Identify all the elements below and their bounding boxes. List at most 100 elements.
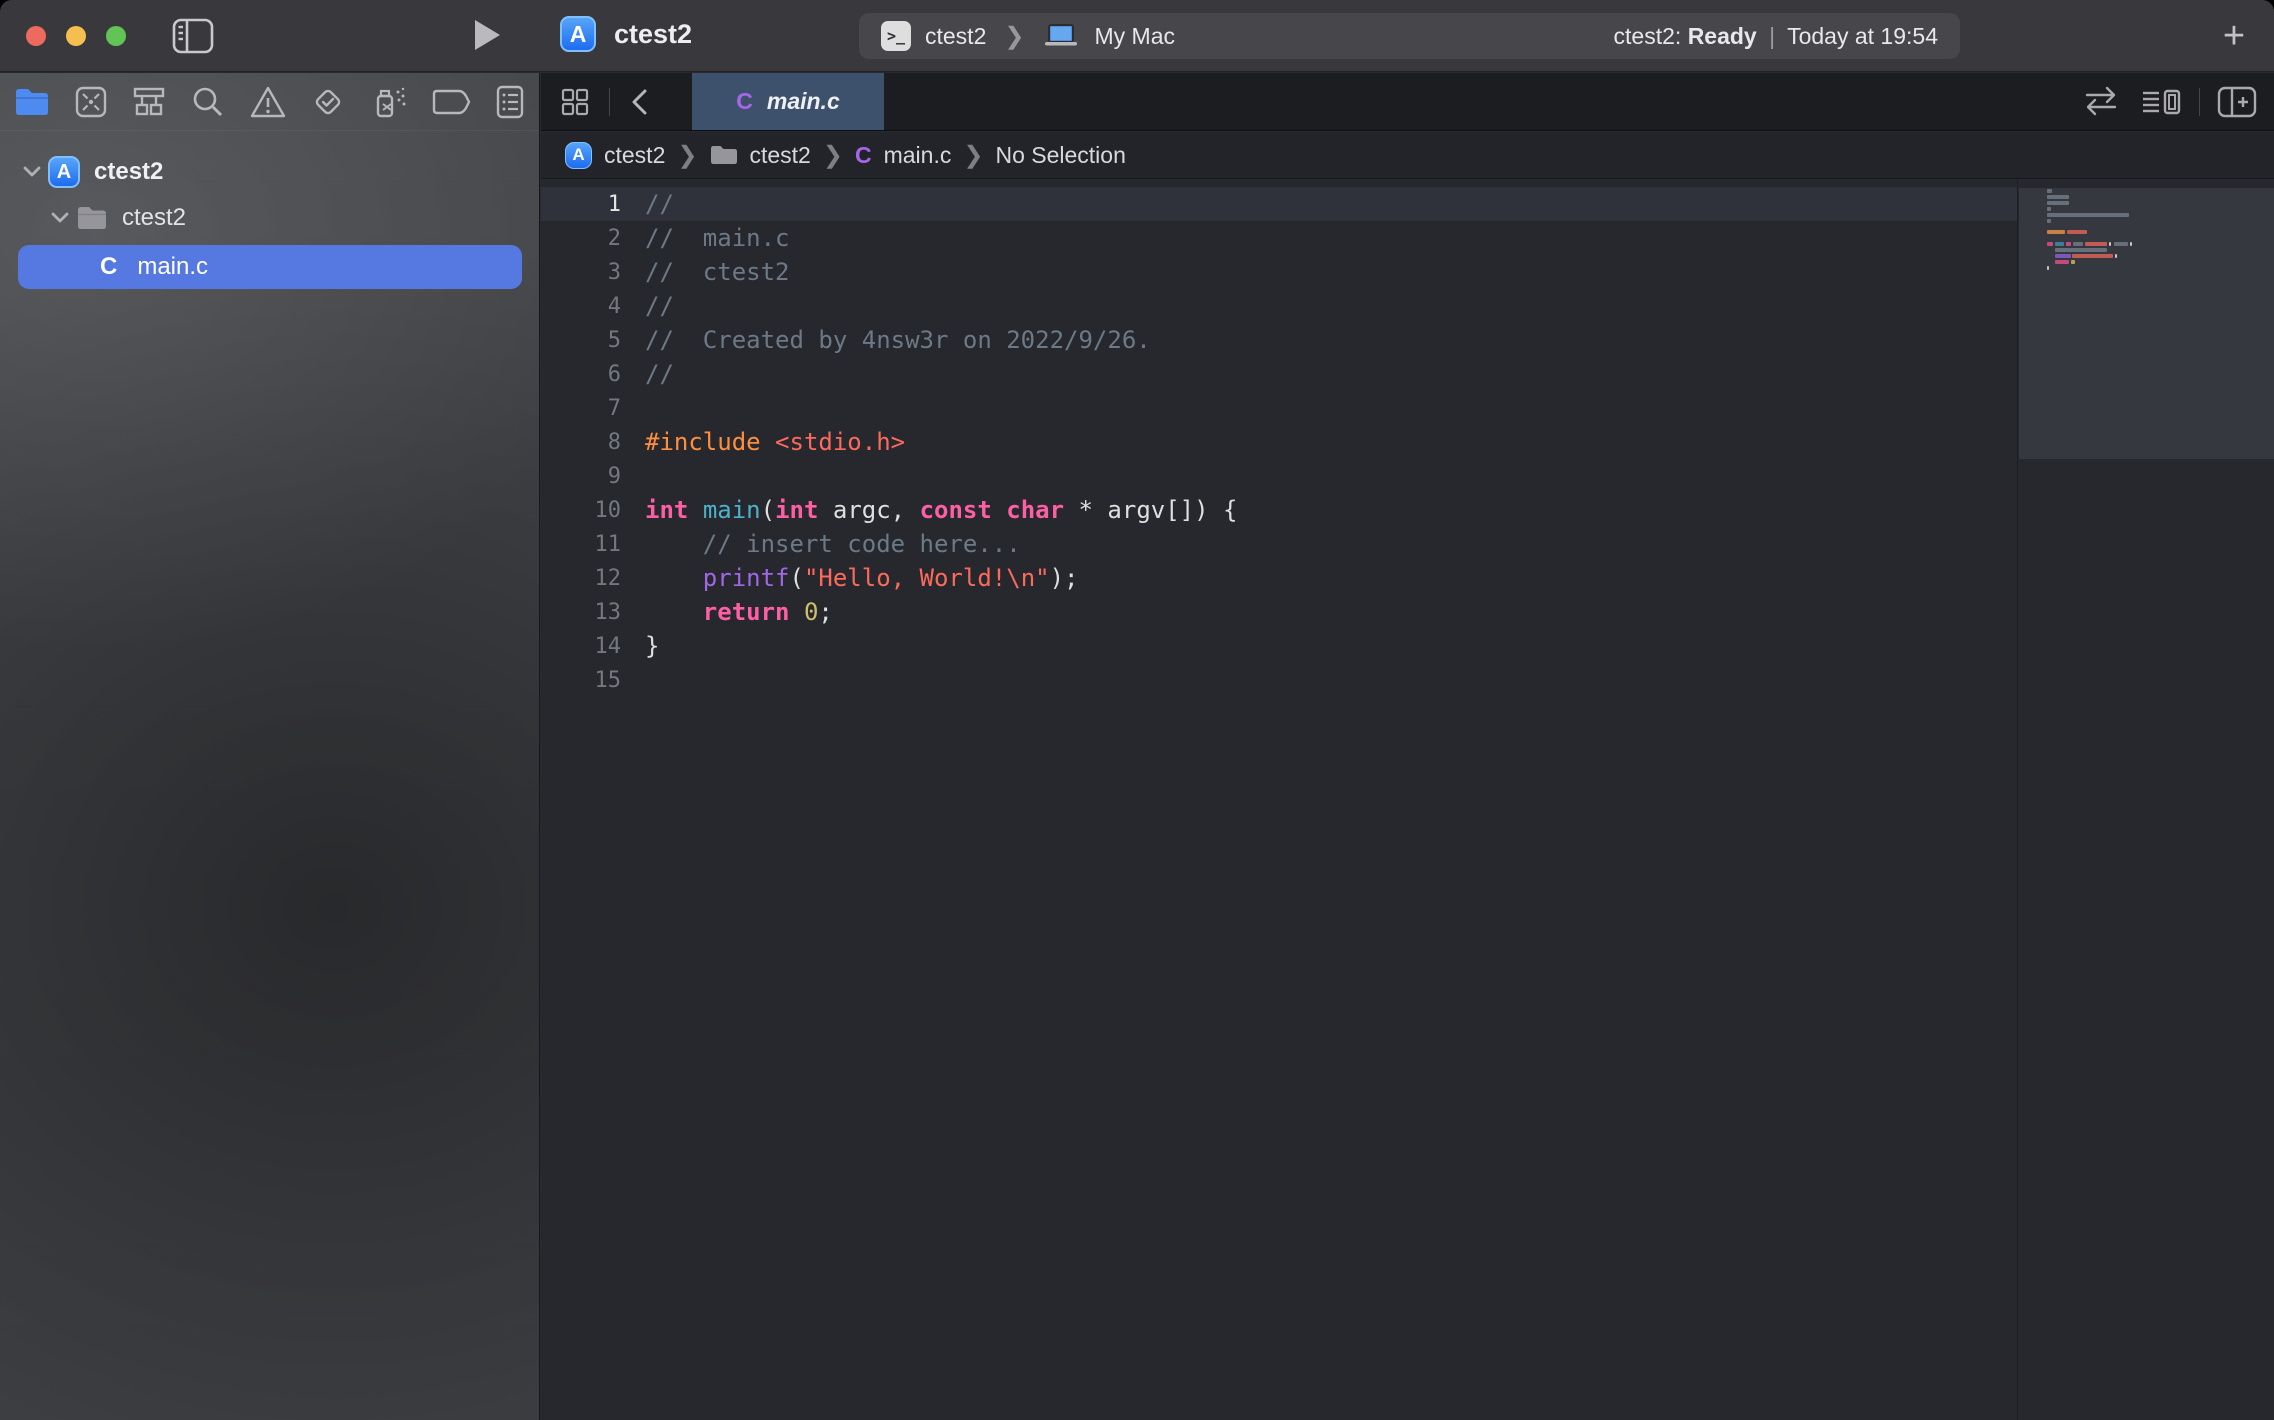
debug-navigator-icon[interactable] xyxy=(370,82,408,122)
jumpbar-group[interactable]: ctest2 xyxy=(709,142,810,169)
code-line[interactable]: 7 xyxy=(541,391,2017,425)
go-back-button[interactable] xyxy=(628,87,650,117)
jumpbar-project[interactable]: A ctest2 xyxy=(565,142,665,169)
jumpbar-selection[interactable]: No Selection xyxy=(995,142,1125,169)
zoom-window-button[interactable] xyxy=(106,26,126,46)
report-navigator-icon[interactable] xyxy=(495,82,525,122)
code-line[interactable]: 14} xyxy=(541,629,2017,663)
scheme-selector[interactable]: >_ ctest2 ❯ My Mac xyxy=(881,21,1175,51)
symbol-navigator-icon[interactable] xyxy=(131,82,167,122)
test-navigator-icon[interactable] xyxy=(310,82,346,122)
code-line[interactable]: 11 // insert code here... xyxy=(541,527,2017,561)
tree-row-group[interactable]: ctest2 xyxy=(0,197,540,239)
disclosure-chevron-icon[interactable] xyxy=(22,165,48,179)
code-line[interactable]: 12 printf("Hello, World!\n"); xyxy=(541,561,2017,595)
chevron-right-icon xyxy=(658,87,680,117)
code-line[interactable]: 3// ctest2 xyxy=(541,255,2017,289)
minimap-line xyxy=(2055,242,2064,246)
project-navigator-icon[interactable] xyxy=(14,82,50,122)
xcode-window: A ctest2 >_ ctest2 ❯ My Mac ctest2: xyxy=(0,0,2274,1420)
tab-overview-button[interactable] xyxy=(559,86,591,118)
line-number[interactable]: 1 xyxy=(541,192,621,217)
traffic-lights xyxy=(26,26,126,46)
minimap-line xyxy=(2114,242,2128,246)
line-number[interactable]: 14 xyxy=(541,634,621,659)
line-number[interactable]: 7 xyxy=(541,396,621,421)
chevron-left-icon xyxy=(628,87,650,117)
tree-row-project[interactable]: A ctest2 xyxy=(0,151,540,193)
navigator-tab-bar xyxy=(0,73,539,131)
minimize-window-button[interactable] xyxy=(66,26,86,46)
go-forward-button[interactable] xyxy=(658,87,680,117)
code-token: printf xyxy=(703,564,790,592)
minimap[interactable] xyxy=(2017,180,2274,1420)
activity-status: ctest2: Ready | Today at 19:54 xyxy=(1614,23,1938,50)
code-text: // Created by 4nsw3r on 2022/9/26. xyxy=(621,326,1151,354)
line-number[interactable]: 13 xyxy=(541,600,621,625)
code-line[interactable]: 1// xyxy=(541,187,2017,221)
toggle-navigator-button[interactable] xyxy=(172,18,214,54)
laptop-icon xyxy=(1042,22,1080,50)
line-number[interactable]: 11 xyxy=(541,532,621,557)
c-file-icon: C xyxy=(100,253,117,281)
disclosure-chevron-icon[interactable] xyxy=(50,211,76,225)
breakpoint-navigator-icon[interactable] xyxy=(431,82,471,122)
line-number[interactable]: 12 xyxy=(541,566,621,591)
toolbar: A ctest2 >_ ctest2 ❯ My Mac ctest2: xyxy=(0,0,2274,72)
minimap-line xyxy=(2130,242,2132,246)
chevron-right-icon: ❯ xyxy=(811,141,855,170)
find-navigator-icon[interactable] xyxy=(191,82,225,122)
run-button[interactable] xyxy=(472,18,502,52)
close-window-button[interactable] xyxy=(26,26,46,46)
jumpbar-group-label: ctest2 xyxy=(749,142,810,169)
line-number[interactable]: 5 xyxy=(541,328,621,353)
add-editor-button[interactable] xyxy=(2216,84,2258,120)
code-token: ( xyxy=(790,564,804,592)
tree-row-file-selected[interactable]: C main.c xyxy=(18,245,522,289)
run-destination[interactable]: My Mac xyxy=(1094,23,1175,50)
scheme-name[interactable]: ctest2 xyxy=(925,23,986,50)
code-line[interactable]: 13 return 0; xyxy=(541,595,2017,629)
line-number[interactable]: 4 xyxy=(541,294,621,319)
line-number[interactable]: 3 xyxy=(541,260,621,285)
tab-bar: C main.c xyxy=(541,73,2274,131)
code-line[interactable]: 8#include <stdio.h> xyxy=(541,425,2017,459)
code-text: } xyxy=(621,632,659,660)
code-text: // ctest2 xyxy=(621,258,790,286)
line-number[interactable]: 10 xyxy=(541,498,621,523)
code-line[interactable]: 4// xyxy=(541,289,2017,323)
status-time: Today at 19:54 xyxy=(1787,23,1938,49)
issue-navigator-icon[interactable] xyxy=(249,82,287,122)
tab-main-c[interactable]: C main.c xyxy=(692,73,884,130)
status-prefix: ctest2: xyxy=(1614,23,1682,49)
line-number[interactable]: 9 xyxy=(541,464,621,489)
minimap-line xyxy=(2047,201,2069,205)
minimap-viewport[interactable] xyxy=(2019,188,2274,459)
code-line[interactable]: 6// xyxy=(541,357,2017,391)
jumpbar-file[interactable]: C main.c xyxy=(855,142,951,169)
line-number[interactable]: 15 xyxy=(541,668,621,693)
minimap-line xyxy=(2047,213,2129,217)
tree-label-project: ctest2 xyxy=(94,158,163,186)
editor-options-button[interactable] xyxy=(2139,85,2183,119)
jump-bar: A ctest2 ❯ ctest2 ❯ C main.c ❯ No Select… xyxy=(541,132,2274,179)
window-title-group: A ctest2 xyxy=(560,16,692,52)
code-line[interactable]: 10int main(int argc, const char * argv[]… xyxy=(541,493,2017,527)
code-line[interactable]: 15 xyxy=(541,663,2017,697)
code-token: // Created by 4nsw3r on 2022/9/26. xyxy=(645,326,1151,354)
line-number[interactable]: 8 xyxy=(541,430,621,455)
code-text: // main.c xyxy=(621,224,790,252)
code-review-button[interactable] xyxy=(2081,85,2121,119)
sidebar-toggle-icon xyxy=(172,18,214,54)
code-line[interactable]: 5 // Created by 4nsw3r on 2022/9/26. xyxy=(541,323,2017,357)
source-control-navigator-icon[interactable] xyxy=(74,82,108,122)
minimap-line xyxy=(2071,260,2075,264)
code-line[interactable]: 2 // main.c xyxy=(541,221,2017,255)
code-token: // main.c xyxy=(645,224,790,252)
code-line[interactable]: 9 xyxy=(541,459,2017,493)
line-number[interactable]: 6 xyxy=(541,362,621,387)
add-button[interactable]: + xyxy=(2212,14,2256,58)
source-editor[interactable]: 1//2// main.c3// ctest24//5// Created by… xyxy=(541,180,2274,1420)
line-number[interactable]: 2 xyxy=(541,226,621,251)
minimap-line xyxy=(2115,254,2117,258)
